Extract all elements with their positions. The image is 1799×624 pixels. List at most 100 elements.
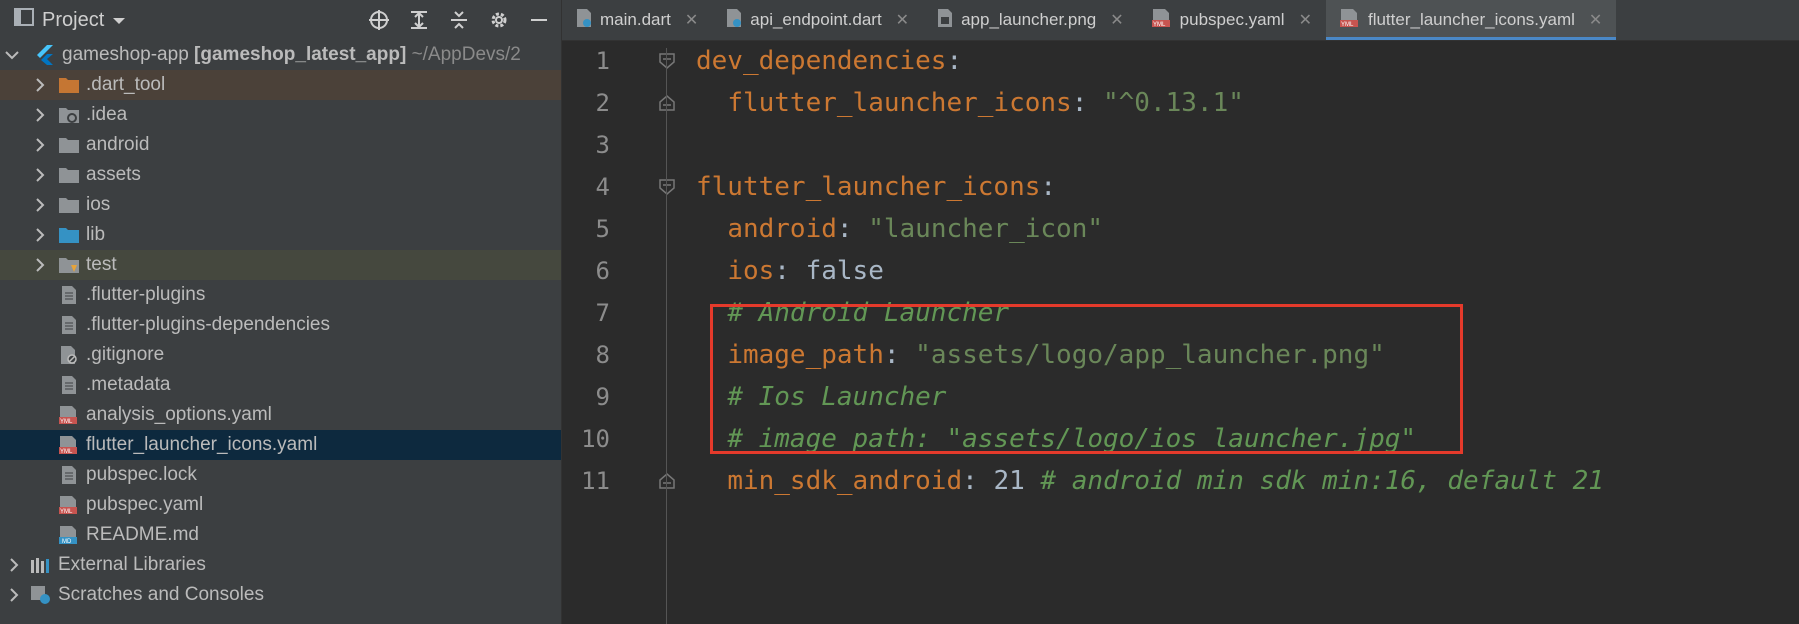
line-number: 9 bbox=[595, 383, 610, 411]
dart-file-icon bbox=[576, 8, 592, 33]
yaml-icon: YML bbox=[1151, 8, 1172, 33]
code-line-11: min_sdk_android: 21 # android min sdk mi… bbox=[727, 466, 1604, 496]
folder-blue-icon bbox=[58, 225, 80, 245]
collapse-all-icon[interactable] bbox=[445, 6, 473, 34]
svg-text:YML: YML bbox=[1153, 22, 1166, 28]
fold-open-icon[interactable] bbox=[658, 178, 676, 196]
yaml-value: "^0.13.1" bbox=[1103, 88, 1244, 118]
yaml-icon: YML bbox=[1339, 8, 1360, 33]
file-icon bbox=[58, 375, 80, 395]
file-icon bbox=[58, 315, 80, 335]
project-panel-toolbar bbox=[365, 6, 553, 34]
tree-item-label: .flutter-plugins bbox=[86, 284, 206, 305]
code-line-4: flutter_launcher_icons: bbox=[696, 172, 1057, 202]
tree-item-flutter-plugins[interactable]: .flutter-plugins bbox=[0, 280, 561, 310]
chevron-right-icon[interactable] bbox=[32, 227, 48, 243]
yaml-key: flutter_launcher_icons bbox=[727, 88, 1072, 118]
tab-app-launcher-png[interactable]: app_launcher.png ✕ bbox=[923, 0, 1138, 40]
tree-item-flutter-launcher-icons[interactable]: YML flutter_launcher_icons.yaml bbox=[0, 430, 561, 460]
line-number: 6 bbox=[595, 257, 610, 285]
tree-item-analysis-options[interactable]: YML analysis_options.yaml bbox=[0, 400, 561, 430]
scratches-icon bbox=[30, 585, 52, 605]
svg-text:YML: YML bbox=[1341, 22, 1354, 28]
chevron-down-icon[interactable] bbox=[112, 9, 126, 32]
tree-item-label: ios bbox=[86, 194, 111, 215]
dart-file-icon bbox=[726, 8, 742, 33]
svg-text:YML: YML bbox=[60, 509, 73, 515]
chevron-right-icon[interactable] bbox=[32, 137, 48, 153]
tree-item-android[interactable]: android bbox=[0, 130, 561, 160]
library-icon bbox=[30, 555, 52, 575]
fold-close-icon[interactable] bbox=[658, 472, 676, 490]
close-icon[interactable]: ✕ bbox=[1110, 10, 1123, 30]
gutter-separator bbox=[666, 48, 667, 624]
project-panel-header: Project bbox=[0, 0, 561, 40]
file-icon bbox=[58, 465, 80, 485]
flutter-icon bbox=[34, 45, 56, 65]
line-number: 5 bbox=[595, 215, 610, 243]
tree-item-idea[interactable]: .idea bbox=[0, 100, 561, 130]
yaml-value: 21 bbox=[993, 466, 1025, 496]
tree-item-pubspec-yaml[interactable]: YML pubspec.yaml bbox=[0, 490, 561, 520]
tree-item-flutter-plugins-dependencies[interactable]: .flutter-plugins-dependencies bbox=[0, 310, 561, 340]
expand-all-icon[interactable] bbox=[405, 6, 433, 34]
chevron-right-icon[interactable] bbox=[6, 587, 22, 603]
tree-item-lib[interactable]: lib bbox=[0, 220, 561, 250]
close-icon[interactable]: ✕ bbox=[685, 10, 698, 30]
yaml-key: dev_dependencies bbox=[696, 46, 947, 76]
tree-item-metadata[interactable]: .metadata bbox=[0, 370, 561, 400]
tree-item-gitignore[interactable]: .gitignore bbox=[0, 340, 561, 370]
chevron-right-icon[interactable] bbox=[32, 77, 48, 93]
project-tree: gameshop-app [gameshop_latest_app] ~/App… bbox=[0, 40, 561, 610]
tab-label: pubspec.yaml bbox=[1179, 10, 1285, 29]
fold-close-icon[interactable] bbox=[658, 94, 676, 112]
yaml-icon: YML bbox=[58, 435, 80, 455]
chevron-right-icon[interactable] bbox=[32, 167, 48, 183]
tree-item-scratches[interactable]: Scratches and Consoles bbox=[0, 580, 561, 610]
tree-item-test[interactable]: test bbox=[0, 250, 561, 280]
tab-flutter-launcher-icons-yaml[interactable]: YML flutter_launcher_icons.yaml ✕ bbox=[1325, 0, 1617, 40]
close-icon[interactable]: ✕ bbox=[1589, 10, 1602, 30]
tree-item-external-libraries[interactable]: External Libraries bbox=[0, 550, 561, 580]
yaml-key: flutter_launcher_icons bbox=[696, 172, 1041, 202]
tree-item-readme[interactable]: MD README.md bbox=[0, 520, 561, 550]
close-icon[interactable]: ✕ bbox=[1299, 10, 1312, 30]
tree-item-label: .metadata bbox=[86, 374, 171, 395]
chevron-right-icon[interactable] bbox=[32, 257, 48, 273]
tab-main-dart[interactable]: main.dart ✕ bbox=[562, 0, 712, 40]
close-icon[interactable]: ✕ bbox=[896, 10, 909, 30]
chevron-right-icon[interactable] bbox=[32, 197, 48, 213]
locate-icon[interactable] bbox=[365, 6, 393, 34]
chevron-right-icon[interactable] bbox=[32, 107, 48, 123]
chevron-down-icon[interactable] bbox=[4, 47, 20, 63]
tree-item-label: android bbox=[86, 134, 150, 155]
chevron-right-icon[interactable] bbox=[6, 557, 22, 573]
tree-item-label: assets bbox=[86, 164, 141, 185]
gear-icon[interactable] bbox=[485, 6, 513, 34]
tree-item-label: .flutter-plugins-dependencies bbox=[86, 314, 330, 335]
tree-item-dart-tool[interactable]: .dart_tool bbox=[0, 70, 561, 100]
line-number: 3 bbox=[595, 131, 610, 159]
project-window-icon bbox=[14, 8, 34, 32]
tree-root-project[interactable]: gameshop-app [gameshop_latest_app] ~/App… bbox=[0, 40, 561, 70]
tree-item-ios[interactable]: ios bbox=[0, 190, 561, 220]
tab-label: flutter_launcher_icons.yaml bbox=[1367, 10, 1575, 29]
code-line-1: dev_dependencies: bbox=[696, 46, 963, 76]
tab-api-endpoint-dart[interactable]: api_endpoint.dart ✕ bbox=[712, 0, 923, 40]
tab-pubspec-yaml[interactable]: YML pubspec.yaml ✕ bbox=[1138, 0, 1326, 40]
line-gutter: 1 2 3 4 5 6 7 8 9 10 11 bbox=[562, 40, 675, 624]
project-view-selector[interactable]: Project bbox=[0, 8, 126, 32]
folder-test-icon bbox=[58, 255, 80, 275]
fold-open-icon[interactable] bbox=[658, 52, 676, 70]
tree-item-pubspec-lock[interactable]: pubspec.lock bbox=[0, 460, 561, 490]
tree-item-label: test bbox=[86, 254, 117, 275]
folder-icon bbox=[58, 165, 80, 185]
tree-item-assets[interactable]: assets bbox=[0, 160, 561, 190]
project-panel-title: Project bbox=[42, 8, 105, 31]
folder-icon bbox=[58, 195, 80, 215]
line-number: 4 bbox=[595, 173, 610, 201]
yaml-icon: YML bbox=[58, 405, 80, 425]
tree-item-label: External Libraries bbox=[58, 554, 206, 575]
minimize-icon[interactable] bbox=[525, 6, 553, 34]
folder-settings-icon bbox=[58, 105, 80, 125]
